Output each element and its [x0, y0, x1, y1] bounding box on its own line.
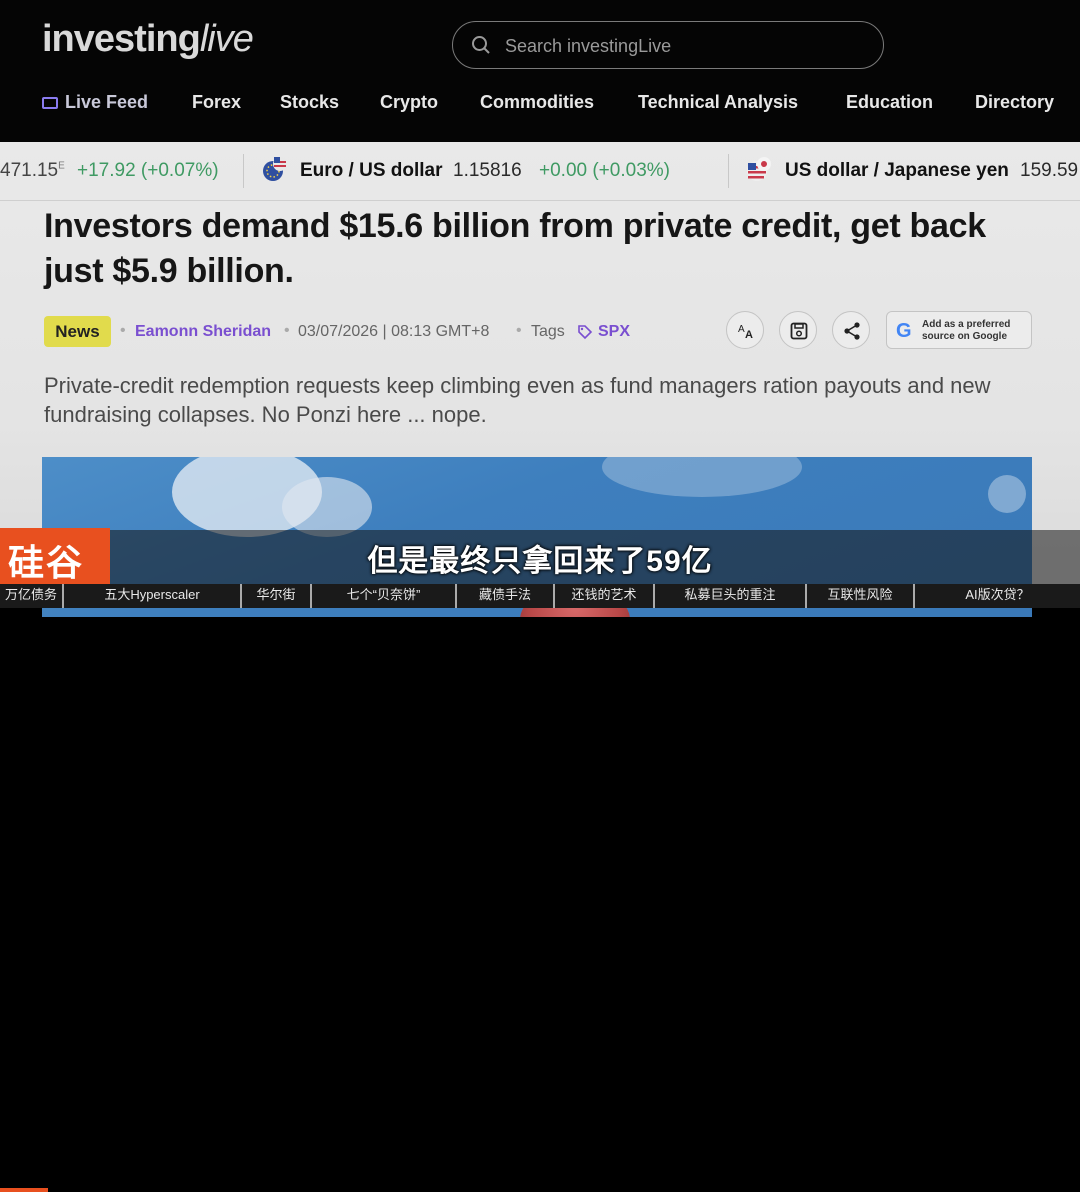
chapter-item[interactable]: 华尔街	[242, 584, 312, 608]
search-placeholder: Search investingLive	[505, 36, 672, 56]
ticker-change-eurusd: +0.00 (+0.03%)	[539, 160, 670, 181]
ticker-divider	[728, 154, 729, 188]
ticker-name-usdjpy[interactable]: US dollar / Japanese yen	[785, 160, 1009, 182]
google-button-text: Add as a preferred source on Google	[922, 319, 1011, 342]
article-summary: Private-credit redemption requests keep …	[44, 373, 991, 427]
ticker-change: +17.92 (+0.07%)	[77, 160, 219, 181]
google-preferred-source-button[interactable]: G Add as a preferred source on Google	[886, 311, 1032, 349]
image-expand-icon[interactable]	[988, 475, 1026, 513]
channel-logo: 硅谷	[0, 528, 110, 584]
article-meta: News • Eamonn Sheridan • 03/07/2026 | 08…	[44, 311, 1044, 355]
chapter-item[interactable]: AI版次贷？	[915, 584, 1080, 608]
live-feed-icon	[42, 97, 58, 109]
video-subtitle: 但是最终只拿回来了59亿	[367, 545, 713, 578]
tags-label: Tags	[531, 323, 565, 340]
search-icon	[472, 36, 490, 54]
logo-live: live	[199, 18, 254, 60]
usd-jpy-flag-icon	[747, 157, 771, 181]
chapter-bar: 万亿债务 五大Hyperscaler 华尔街 七个“贝奈饼” 藏债手法 还钱的艺…	[0, 584, 1080, 1192]
share-button[interactable]	[832, 311, 870, 349]
translate-button[interactable]: A A	[726, 311, 764, 349]
meta-dot: •	[120, 322, 126, 339]
translate-icon: A A	[738, 324, 753, 341]
chapter-item[interactable]: 五大Hyperscaler	[64, 584, 242, 608]
tag-spx[interactable]: SPX	[598, 323, 630, 341]
ticker-price-usdjpy: 159.59	[1020, 160, 1079, 181]
chapter-item[interactable]: 万亿债务	[0, 584, 64, 608]
author-link[interactable]: Eamonn Sheridan	[135, 323, 271, 341]
nav-education[interactable]: Education	[846, 92, 933, 113]
tag-icon	[578, 325, 593, 340]
price-ticker: 471.15E +17.92 (+0.07%) Euro / US dollar…	[0, 142, 1080, 201]
svg-text:A: A	[745, 329, 753, 341]
nav-crypto[interactable]: Crypto	[380, 92, 438, 113]
chapter-item[interactable]: 藏债手法	[457, 584, 555, 608]
svg-text:A: A	[738, 324, 745, 335]
nav-commodities[interactable]: Commodities	[480, 92, 594, 113]
article-title: Investors demand $15.6 billion from priv…	[44, 207, 986, 290]
nav-directory[interactable]: Directory	[975, 92, 1054, 113]
main-nav: Live Feed Forex Stocks Crypto Commoditie…	[42, 92, 1080, 118]
site-logo[interactable]: investinglive	[42, 18, 254, 61]
ticker-divider	[243, 154, 244, 188]
search-input[interactable]: Search investingLive	[452, 21, 884, 69]
ticker-price: 471.15E	[0, 160, 65, 181]
chapter-item[interactable]: 私募巨头的重注	[655, 584, 807, 608]
nav-forex[interactable]: Forex	[192, 92, 241, 113]
nav-live-feed[interactable]: Live Feed	[42, 92, 148, 113]
chapter-item[interactable]: 七个“贝奈饼”	[312, 584, 457, 608]
news-badge[interactable]: News	[44, 316, 111, 347]
nav-stocks[interactable]: Stocks	[280, 92, 339, 113]
ticker-name-eurusd[interactable]: Euro / US dollar	[300, 160, 443, 182]
eur-usd-flag-icon	[263, 157, 287, 181]
nav-technical-analysis[interactable]: Technical Analysis	[638, 92, 798, 113]
meta-dot: •	[516, 322, 522, 339]
chapter-item[interactable]: 还钱的艺术	[555, 584, 655, 608]
save-icon	[790, 322, 808, 340]
chapter-item[interactable]: 互联性风险	[807, 584, 915, 608]
share-icon	[844, 322, 860, 340]
logo-main: investing	[42, 18, 201, 60]
article-datetime: 03/07/2026 | 08:13 GMT+8	[298, 323, 490, 340]
ticker-price-eurusd: 1.15816	[453, 160, 522, 181]
meta-dot: •	[284, 322, 290, 339]
site-header: investinglive Search investingLive Live …	[0, 0, 1080, 142]
video-progress-bar[interactable]	[0, 1188, 48, 1192]
google-icon: G	[896, 320, 912, 342]
save-button[interactable]	[779, 311, 817, 349]
